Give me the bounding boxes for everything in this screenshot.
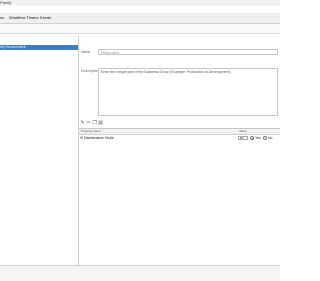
- navigation-tree: [0, 36, 79, 265]
- yes-radio-label: Yes: [255, 136, 261, 140]
- no-radio[interactable]: [263, 136, 267, 140]
- tree-item-label: nry Environment: [0, 45, 26, 49]
- name-field[interactable]: string name: [98, 49, 278, 55]
- window-title: Panel]: [0, 0, 12, 5]
- tree-item-selected[interactable]: nry Environment: [0, 45, 78, 50]
- menu-bar: ns Workflow Timers Exede: [0, 13, 280, 24]
- menu-item-workflow-timers[interactable]: Workflow Timers: [9, 15, 38, 21]
- copy-icon[interactable]: ❐: [92, 121, 97, 126]
- description-label: Description: [81, 69, 99, 73]
- table-row[interactable]: ⊞ Maintenance Mode Bit Yes No: [79, 135, 280, 141]
- status-bar: [0, 265, 280, 281]
- type-combo[interactable]: Bit: [238, 136, 248, 140]
- description-field-value: Enter the unique part of the Business Gr…: [101, 70, 231, 74]
- paste-icon[interactable]: ▤: [98, 121, 103, 126]
- yes-radio[interactable]: [250, 136, 254, 140]
- menu-item-ns[interactable]: ns: [0, 15, 4, 21]
- header-property-name: Property name: [81, 129, 101, 133]
- name-label: Name: [81, 50, 91, 54]
- toolbar-strip: [0, 24, 280, 34]
- header-value: Value: [239, 129, 247, 133]
- no-radio-label: No: [268, 136, 273, 140]
- add-icon[interactable]: ✎: [80, 121, 85, 126]
- property-grid: Property name Value ⊞ Maintenance Mode B…: [79, 128, 280, 266]
- title-bar: Panel]: [0, 0, 280, 6]
- cut-icon[interactable]: ✂: [86, 121, 91, 126]
- menu-item-exede[interactable]: Exede: [40, 15, 51, 21]
- expand-icon[interactable]: ⊞: [80, 135, 83, 141]
- property-name-cell: Maintenance Mode: [84, 136, 114, 140]
- name-field-value: string name: [101, 51, 120, 55]
- description-field[interactable]: Enter the unique part of the Business Gr…: [98, 68, 278, 116]
